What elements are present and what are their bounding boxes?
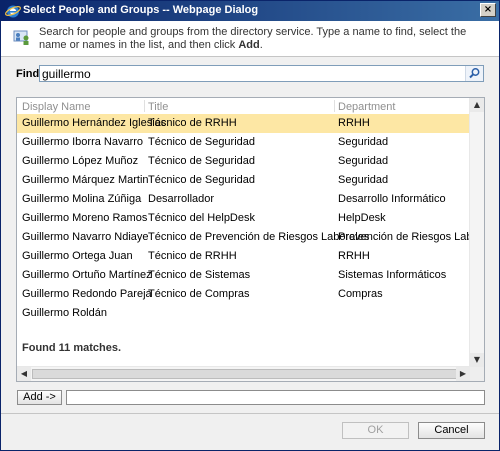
find-field[interactable] [39,65,484,82]
table-row[interactable]: Guillermo Hernández Iglesias Técnico de R… [17,114,470,133]
scroll-left-icon[interactable]: ◀ [17,367,31,381]
results-header: Display Name Title Department [17,98,484,114]
info-text: Search for people and groups from the di… [39,26,489,52]
table-row[interactable]: Guillermo Ortega Juan Técnico de RRHH RRHH [17,247,470,266]
cell-name: Guillermo Iborra Navarro [22,136,144,148]
found-matches-text: Found 11 matches. [22,342,122,354]
search-button[interactable] [465,66,483,81]
table-row[interactable]: Guillermo Moreno Ramos Técnico del HelpDe… [17,209,470,228]
scroll-right-icon[interactable]: ▶ [456,367,470,381]
cell-department: Sistemas Informáticos [338,269,447,281]
cell-department: RRHH [338,250,370,262]
scrollbar-corner [470,367,484,381]
cell-department: Prevención de Riesgos Laborales [338,231,470,243]
table-row[interactable]: Guillermo Navarro Ndiaye Técnico de Preve… [17,228,470,247]
title-bar[interactable]: Select People and Groups -- Webpage Dial… [1,1,499,21]
cell-name: Guillermo Navarro Ndiaye [22,231,149,243]
table-row[interactable]: Guillermo Redondo Pareja Técnico de Compr… [17,285,470,304]
cell-title: Técnico de Seguridad [148,155,256,167]
table-row[interactable]: Guillermo Roldán [17,304,470,323]
cell-title: Técnico de RRHH [148,250,237,262]
cell-department: Compras [338,288,383,300]
column-divider [144,100,145,112]
dialog-window: Select People and Groups -- Webpage Dial… [0,0,500,451]
info-text-end: . [259,39,263,51]
column-header-display-name[interactable]: Display Name [22,101,90,113]
horizontal-scroll-thumb[interactable] [32,369,457,379]
cell-title: Técnico del HelpDesk [148,212,255,224]
ok-button[interactable]: OK [342,422,409,439]
cell-title: Técnico de Compras [148,288,250,300]
cell-title: Técnico de Seguridad [148,136,256,148]
table-row[interactable]: Guillermo Iborra Navarro Técnico de Segur… [17,133,470,152]
column-divider [334,100,335,112]
cell-department: Seguridad [338,155,389,167]
table-row[interactable]: Guillermo Márquez Martin Técnico de Segur… [17,171,470,190]
selected-names-field[interactable] [66,390,485,405]
cell-name: Guillermo Redondo Pareja [22,288,152,300]
cell-name: Guillermo Roldán [22,307,107,319]
divider [1,413,499,414]
vertical-scrollbar[interactable]: ▲ ▼ [469,98,484,367]
info-text-add: Add [238,39,260,51]
table-row[interactable]: Guillermo Ortuño Martínez Técnico de Sist… [17,266,470,285]
table-row[interactable]: Guillermo López Muñoz Técnico de Segurida… [17,152,470,171]
cell-name: Guillermo Ortega Juan [22,250,133,262]
cell-title: Técnico de Prevención de Riesgos Laboral… [148,231,370,243]
cancel-button[interactable]: Cancel [418,422,485,439]
results-rows: Guillermo Hernández Iglesias Técnico de R… [17,114,470,367]
cell-name: Guillermo López Muñoz [22,155,139,167]
column-header-title[interactable]: Title [148,101,168,113]
column-header-department[interactable]: Department [338,101,395,113]
cell-title: Desarrollador [148,193,215,205]
find-input[interactable] [42,66,462,81]
cell-department: RRHH [338,117,370,129]
cell-department: Seguridad [338,136,389,148]
cell-name: Guillermo Ortuño Martínez [22,269,152,281]
cell-name: Guillermo Moreno Ramos [22,212,148,224]
info-banner: Search for people and groups from the di… [1,21,499,57]
cell-department: Seguridad [338,174,389,186]
table-row[interactable]: Guillermo Molina Zúñiga Desarrollador Desa… [17,190,470,209]
cell-name: Guillermo Hernández Iglesias [22,117,167,129]
cell-name: Guillermo Molina Zúñiga [22,193,142,205]
horizontal-scrollbar[interactable]: ◀ ▶ [17,366,470,381]
cell-title: Técnico de RRHH [148,117,237,129]
results-list[interactable]: Display Name Title Department Guillermo … [16,97,485,382]
cell-name: Guillermo Márquez Martin [22,174,149,186]
internet-explorer-icon [5,5,21,18]
scroll-down-icon[interactable]: ▼ [470,353,484,367]
cell-title: Técnico de Sistemas [148,269,251,281]
people-icon [13,30,29,45]
window-title: Select People and Groups -- Webpage Dial… [23,4,259,16]
find-label: Find [16,68,40,80]
cell-department: Desarrollo Informático [338,193,446,205]
cell-department: HelpDesk [338,212,386,224]
scroll-up-icon[interactable]: ▲ [470,98,484,112]
search-icon [469,68,480,79]
cell-title: Técnico de Seguridad [148,174,256,186]
add-button[interactable]: Add -> [17,390,62,405]
close-button[interactable]: × [480,3,496,17]
